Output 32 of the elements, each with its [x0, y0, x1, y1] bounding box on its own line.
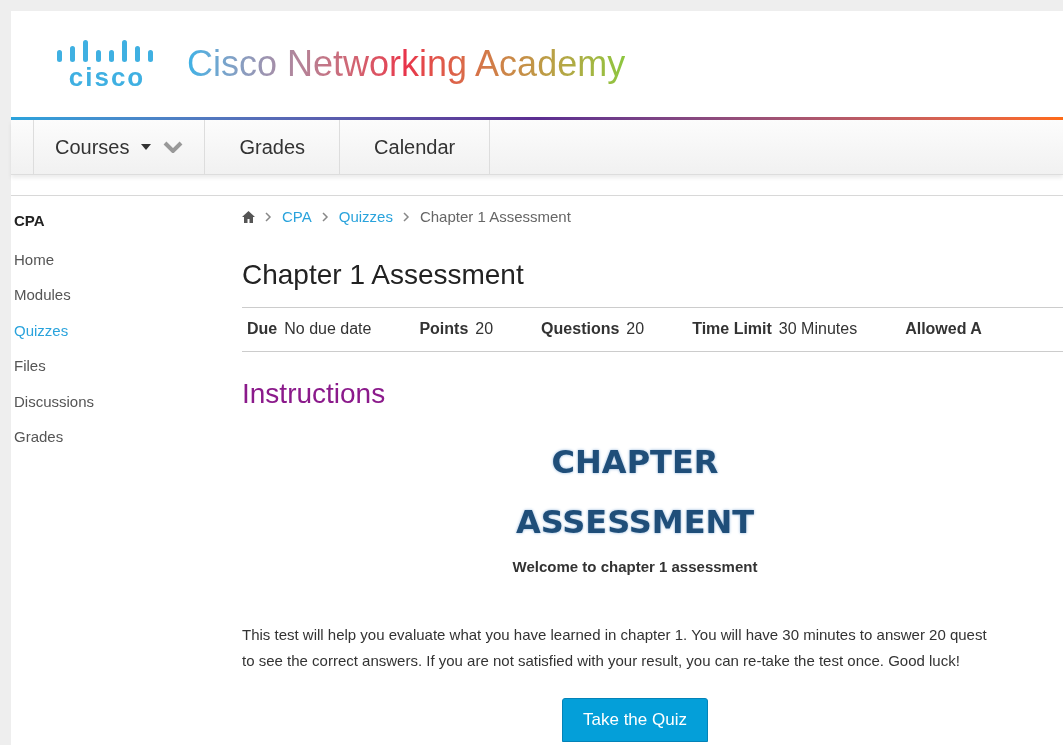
page-title: Chapter 1 Assessment [242, 260, 525, 289]
chevron-right-icon [402, 212, 410, 223]
chevron-down-icon [163, 141, 184, 153]
detail-label: Points [419, 319, 469, 339]
cisco-wordmark: cisco [68, 64, 146, 90]
chevron-right-icon [321, 212, 329, 223]
sidebar-item[interactable]: Home [14, 248, 242, 284]
home-icon[interactable] [242, 211, 255, 224]
banner-heading: CHAPTER [551, 441, 719, 483]
detail-value: No due date [284, 319, 372, 339]
detail-value: 20 [626, 319, 645, 339]
welcome-text: Welcome to chapter 1 assessment [512, 556, 758, 577]
sidebar-item[interactable]: Modules [14, 284, 242, 320]
chevron-right-icon [265, 212, 272, 223]
nav-link[interactable]: Grades [205, 120, 341, 174]
nav-link[interactable]: Calendar [340, 120, 491, 174]
sidebar-title: CPA [14, 211, 46, 231]
banner-heading: ASSESSMENT [515, 501, 755, 543]
courses-menu[interactable]: Courses [34, 120, 206, 174]
detail-label: Time Limit [692, 319, 772, 339]
sidebar-item[interactable]: Grades [14, 426, 242, 462]
detail-label: Allowed A [905, 319, 982, 339]
sidebar-item[interactable]: Discussions [14, 390, 242, 426]
detail-label: Questions [541, 319, 620, 339]
detail-label: Due [247, 319, 278, 339]
detail-value: 20 [475, 319, 494, 339]
detail-value: 30 Minutes [778, 319, 858, 339]
breadcrumb-current: Chapter 1 Assessment [419, 207, 571, 227]
caret-icon [141, 144, 152, 150]
instructions-paragraph: This test will help you evaluate what you have learned in chapter 1. You will have 30 minutes to answer 20 quest to see the correct answers. If you are not satisfied with your result, you can re-take the test once. Good luck! [242, 625, 988, 671]
instructions-heading: Instructions [242, 379, 387, 408]
sidebar-item[interactable]: Files [14, 355, 242, 391]
